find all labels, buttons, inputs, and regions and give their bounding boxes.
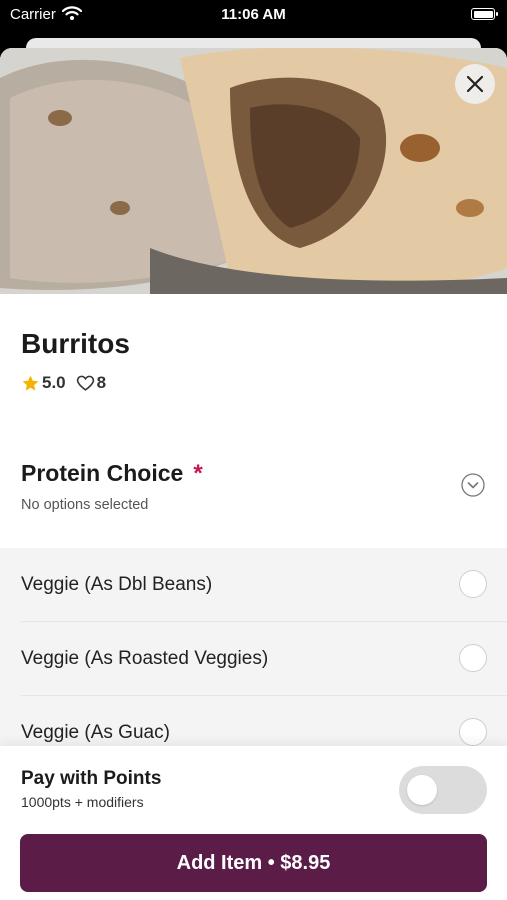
heart-outline-icon[interactable] xyxy=(76,374,95,393)
option-label: Veggie (As Guac) xyxy=(21,722,170,743)
protein-choice-header[interactable]: Protein Choice * No options selected xyxy=(0,443,507,548)
pay-with-points-title: Pay with Points xyxy=(21,768,162,789)
option-row[interactable]: Veggie (As Roasted Veggies) xyxy=(0,622,507,696)
option-label: Veggie (As Dbl Beans) xyxy=(21,574,213,595)
close-button[interactable] xyxy=(455,64,495,104)
option-row[interactable]: Veggie (As Dbl Beans) xyxy=(0,548,507,622)
close-icon xyxy=(466,75,484,93)
pay-with-points-toggle[interactable] xyxy=(399,766,487,814)
section-title-text: Protein Choice xyxy=(21,460,184,486)
option-radio[interactable] xyxy=(459,570,487,598)
item-title: Burritos xyxy=(21,328,130,359)
likes-count: 8 xyxy=(96,373,107,392)
add-item-button[interactable]: Add Item • $8.95 xyxy=(20,834,487,892)
chevron-down-circle-icon[interactable] xyxy=(461,473,485,497)
section-title: Protein Choice * xyxy=(21,460,203,488)
status-time: 11:06 AM xyxy=(221,6,286,23)
section-subtitle: No options selected xyxy=(21,497,149,513)
item-detail-sheet: Burritos 5.0 8 Protein Choice * No option… xyxy=(0,48,507,900)
checkout-panel: Pay with Points 1000pts + modifiers Add … xyxy=(0,746,507,900)
option-label: Veggie (As Roasted Veggies) xyxy=(21,648,269,669)
battery-icon xyxy=(471,8,498,20)
status-bar: Carrier 11:06 AM xyxy=(0,0,507,30)
item-photo xyxy=(0,48,507,294)
option-radio[interactable] xyxy=(459,644,487,672)
toggle-knob xyxy=(407,775,437,805)
star-icon xyxy=(22,375,39,391)
rating-row: 5.0 8 xyxy=(21,373,106,393)
option-radio[interactable] xyxy=(459,718,487,746)
pay-with-points-subtitle: 1000pts + modifiers xyxy=(21,794,144,810)
rating-value: 5.0 xyxy=(42,373,66,392)
required-marker: * xyxy=(193,460,203,487)
